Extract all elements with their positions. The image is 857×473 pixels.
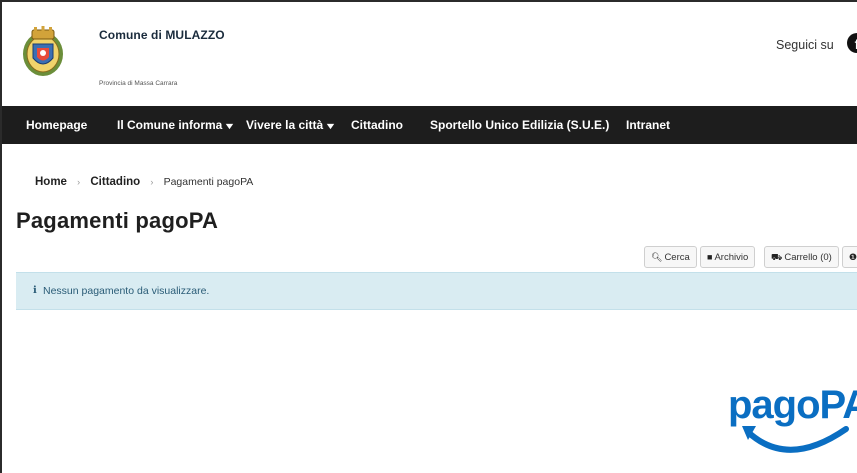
nav-item-il-comune-informa[interactable]: Il Comune informa▼ — [117, 106, 237, 144]
main-navigation: Homepage Il Comune informa▼ Vivere la ci… — [2, 106, 857, 144]
breadcrumb-cittadino[interactable]: Cittadino — [90, 176, 140, 188]
cart-icon: ⛟ — [771, 252, 783, 262]
nav-label: Il Comune informa — [117, 118, 223, 132]
nav-label: Vivere la città — [246, 118, 324, 132]
cart-button-label: Carrello (0) — [784, 252, 832, 263]
nav-item-cittadino[interactable]: Cittadino — [351, 106, 403, 144]
page-frame: Comune di MULAZZO Provincia di Massa Car… — [0, 0, 857, 473]
nav-label: Cittadino — [351, 118, 403, 132]
info-alert: ℹ Nessun pagamento da visualizzare. — [16, 272, 857, 310]
chevron-down-icon: ▼ — [324, 121, 337, 131]
info-icon: ❶ — [849, 252, 857, 262]
pagopa-logo-text: pagoPA — [728, 383, 857, 427]
nav-item-vivere-la-citta[interactable]: Vivere la città▼ — [246, 106, 337, 144]
breadcrumb-current: Pagamenti pagoPA — [163, 176, 254, 188]
chevron-down-icon: ▼ — [223, 121, 237, 131]
info-button[interactable]: ❶ — [842, 246, 857, 268]
info-icon: ℹ — [33, 285, 37, 296]
breadcrumb-home[interactable]: Home — [35, 176, 67, 188]
search-icon: 🔍︎ — [651, 252, 663, 262]
nav-item-sue[interactable]: Sportello Unico Edilizia (S.U.E.) — [430, 106, 609, 144]
municipal-crest-logo[interactable] — [20, 24, 66, 78]
nav-label: Homepage — [26, 118, 88, 132]
breadcrumb-separator-icon: › — [150, 177, 154, 187]
archive-button-label: Archivio — [714, 252, 749, 263]
search-button[interactable]: 🔍︎ Cerca — [644, 246, 697, 268]
breadcrumb-separator-icon: › — [77, 177, 81, 187]
nav-label: Sportello Unico Edilizia (S.U.E.) — [430, 118, 610, 132]
facebook-icon[interactable]: f — [847, 33, 857, 53]
page-title: Pagamenti pagoPA — [16, 208, 219, 233]
site-subtitle: Provincia di Massa Carrara — [99, 80, 178, 87]
breadcrumb: Home › Cittadino › Pagamenti pagoPA — [35, 176, 253, 188]
cart-button[interactable]: ⛟ Carrello (0) — [764, 246, 839, 268]
nav-item-homepage[interactable]: Homepage — [26, 106, 87, 144]
nav-item-intranet[interactable]: Intranet — [626, 106, 670, 144]
archive-icon: ■ — [707, 252, 713, 262]
nav-label: Intranet — [626, 118, 671, 132]
pagopa-logo: pagoPA — [728, 383, 857, 453]
follow-label: Seguici su — [776, 38, 834, 52]
search-button-label: Cerca — [664, 252, 690, 263]
archive-button[interactable]: ■ Archivio — [700, 246, 756, 268]
site-header: Comune di MULAZZO Provincia di Massa Car… — [2, 2, 857, 90]
site-name[interactable]: Comune di MULAZZO — [99, 28, 225, 42]
alert-message: Nessun pagamento da visualizzare. — [43, 285, 210, 297]
